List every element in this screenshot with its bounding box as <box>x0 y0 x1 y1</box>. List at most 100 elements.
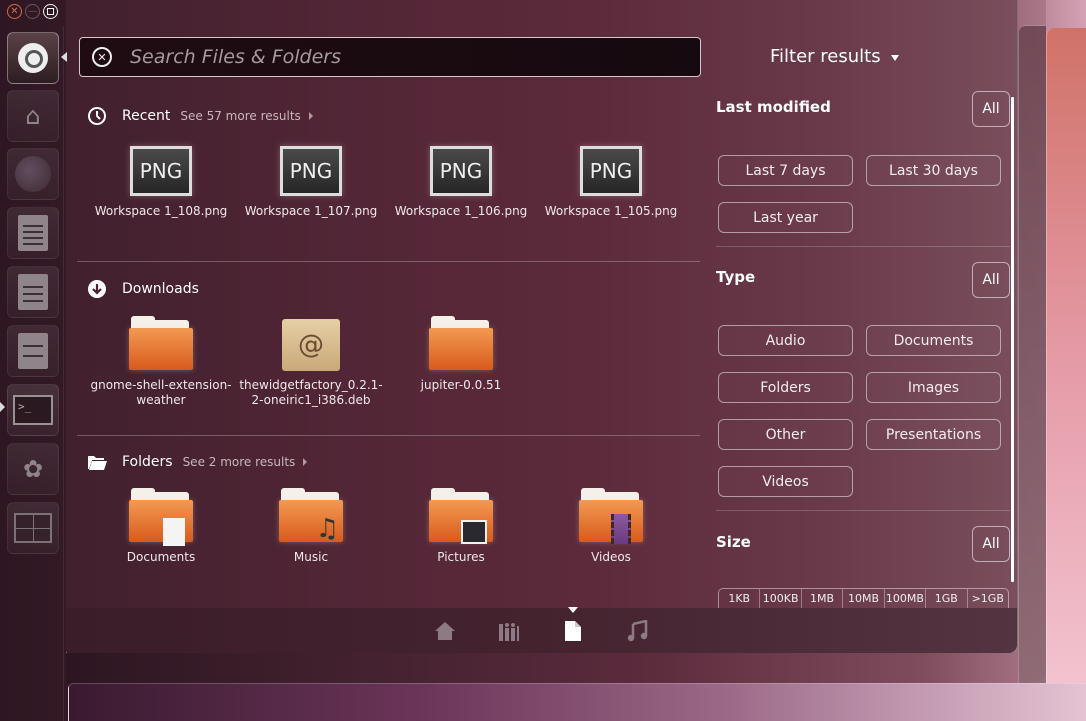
png-file-icon: PNG <box>430 146 492 196</box>
download-item[interactable]: gnome-shell-extension- weather <box>86 316 236 408</box>
recent-item[interactable]: PNG Workspace 1_107.png <box>236 142 386 219</box>
filter-type-folders[interactable]: Folders <box>718 372 853 403</box>
size-all-button[interactable]: All <box>972 526 1010 562</box>
terminal-icon: >_ <box>13 395 53 425</box>
firefox-icon <box>15 156 51 192</box>
pictures-folder-icon <box>429 488 493 544</box>
launcher-item-software-center[interactable]: ✿ <box>7 443 59 495</box>
size-option-1mb[interactable]: 1MB <box>802 589 844 608</box>
recent-item[interactable]: PNG Workspace 1_105.png <box>536 142 686 219</box>
lens-home[interactable] <box>433 619 457 643</box>
filter-divider <box>716 246 1010 247</box>
folder-icon <box>429 316 493 370</box>
desktop-wallpaper-right <box>1046 28 1086 683</box>
folder-item[interactable]: Documents <box>86 488 236 565</box>
recent-title: Recent <box>122 108 171 124</box>
size-option-100mb[interactable]: 100MB <box>885 589 927 608</box>
last-modified-title: Last modified <box>716 98 831 116</box>
filter-type-documents[interactable]: Documents <box>866 325 1001 356</box>
search-box: ✕ <box>79 37 701 77</box>
folder-name: Documents <box>126 550 196 564</box>
window-controls: ✕ — <box>7 4 58 19</box>
recent-item[interactable]: PNG Workspace 1_106.png <box>386 142 536 219</box>
impress-icon <box>18 333 48 369</box>
videos-folder-icon <box>579 488 643 544</box>
minimize-button[interactable]: — <box>25 4 40 19</box>
download-item[interactable]: jupiter-0.0.51 <box>386 316 536 393</box>
filter-last-year[interactable]: Last year <box>718 202 853 233</box>
type-title: Type <box>716 268 756 286</box>
workspace-switcher-icon <box>14 513 52 543</box>
section-divider <box>77 261 700 262</box>
png-file-icon: PNG <box>130 146 192 196</box>
filter-type-audio[interactable]: Audio <box>718 325 853 356</box>
lens-applications[interactable] <box>497 619 521 643</box>
folder-name: Music <box>293 550 329 564</box>
file-icon <box>565 621 581 641</box>
folder-item[interactable]: ♫ Music <box>236 488 386 565</box>
close-icon: ✕ <box>10 5 19 17</box>
type-all-button[interactable]: All <box>972 262 1010 298</box>
maximize-button[interactable] <box>43 4 58 19</box>
launcher-item-home-folder[interactable]: ⌂ <box>7 90 59 142</box>
folder-item[interactable]: Pictures <box>386 488 536 565</box>
clear-icon: ✕ <box>97 50 107 64</box>
caret-down-icon <box>890 55 899 61</box>
launcher-item-libreoffice-writer[interactable] <box>7 207 59 259</box>
dash-resize-edge[interactable] <box>1018 25 1046 683</box>
writer-icon <box>18 215 48 251</box>
filter-type-other[interactable]: Other <box>718 419 853 450</box>
documents-folder-icon <box>129 488 193 546</box>
home-icon <box>435 622 455 640</box>
launcher-item-dash-home[interactable] <box>7 32 59 84</box>
home-folder-icon: ⌂ <box>25 102 41 130</box>
launcher-item-firefox[interactable] <box>7 148 59 200</box>
calc-icon <box>18 274 48 310</box>
desktop-wallpaper-bottom <box>68 683 1086 721</box>
size-title: Size <box>716 533 751 551</box>
applications-icon <box>499 623 519 641</box>
lens-music[interactable] <box>625 619 649 643</box>
filter-type-images[interactable]: Images <box>866 372 1001 403</box>
recent-item[interactable]: PNG Workspace 1_108.png <box>86 142 236 219</box>
file-name-line2: weather <box>136 393 186 407</box>
size-option-1gb[interactable]: 1GB <box>926 589 968 608</box>
music-folder-icon: ♫ <box>279 488 343 544</box>
launcher-item-libreoffice-impress[interactable] <box>7 325 59 377</box>
last-modified-all-button[interactable]: All <box>972 91 1010 127</box>
download-item[interactable]: @ thewidgetfactory_0.2.1- 2-oneiric1_i38… <box>236 316 386 408</box>
thumb-label: PNG <box>139 159 183 183</box>
recent-more-link[interactable]: See 57 more results <box>180 109 300 123</box>
thumb-label: PNG <box>289 159 333 183</box>
clear-search-button[interactable]: ✕ <box>92 47 112 67</box>
png-file-icon: PNG <box>580 146 642 196</box>
terminal-prompt: >_ <box>18 400 32 413</box>
thumb-label: PNG <box>439 159 483 183</box>
size-option-100kb[interactable]: 100KB <box>760 589 802 608</box>
running-indicator-arrow <box>0 402 5 412</box>
active-indicator-arrow <box>61 52 67 62</box>
file-name: Workspace 1_106.png <box>394 204 528 218</box>
filter-type-presentations[interactable]: Presentations <box>866 419 1001 450</box>
launcher-item-terminal[interactable]: >_ <box>7 384 59 436</box>
folders-more-link[interactable]: See 2 more results <box>183 455 296 469</box>
close-button[interactable]: ✕ <box>7 4 22 19</box>
lens-files[interactable] <box>561 619 585 643</box>
file-name: jupiter-0.0.51 <box>386 378 536 393</box>
filter-last-7-days[interactable]: Last 7 days <box>718 155 853 186</box>
folder-icon <box>87 452 107 472</box>
filter-scrollbar[interactable] <box>1011 97 1014 582</box>
folder-item[interactable]: Videos <box>536 488 686 565</box>
search-input[interactable] <box>130 46 670 68</box>
downloads-section-header: Downloads <box>87 279 199 299</box>
filter-results-toggle[interactable]: Filter results <box>770 46 899 67</box>
size-option-1kb[interactable]: 1KB <box>719 589 761 608</box>
software-center-icon: ✿ <box>22 455 44 483</box>
launcher-item-workspace-switcher[interactable] <box>7 502 59 554</box>
filter-last-30-days[interactable]: Last 30 days <box>866 155 1001 186</box>
filter-type-videos[interactable]: Videos <box>718 466 853 497</box>
size-option-over-1gb[interactable]: >1GB <box>968 589 1008 608</box>
folder-name: Videos <box>591 550 631 564</box>
size-option-10mb[interactable]: 10MB <box>843 589 885 608</box>
launcher-item-libreoffice-calc[interactable] <box>7 266 59 318</box>
